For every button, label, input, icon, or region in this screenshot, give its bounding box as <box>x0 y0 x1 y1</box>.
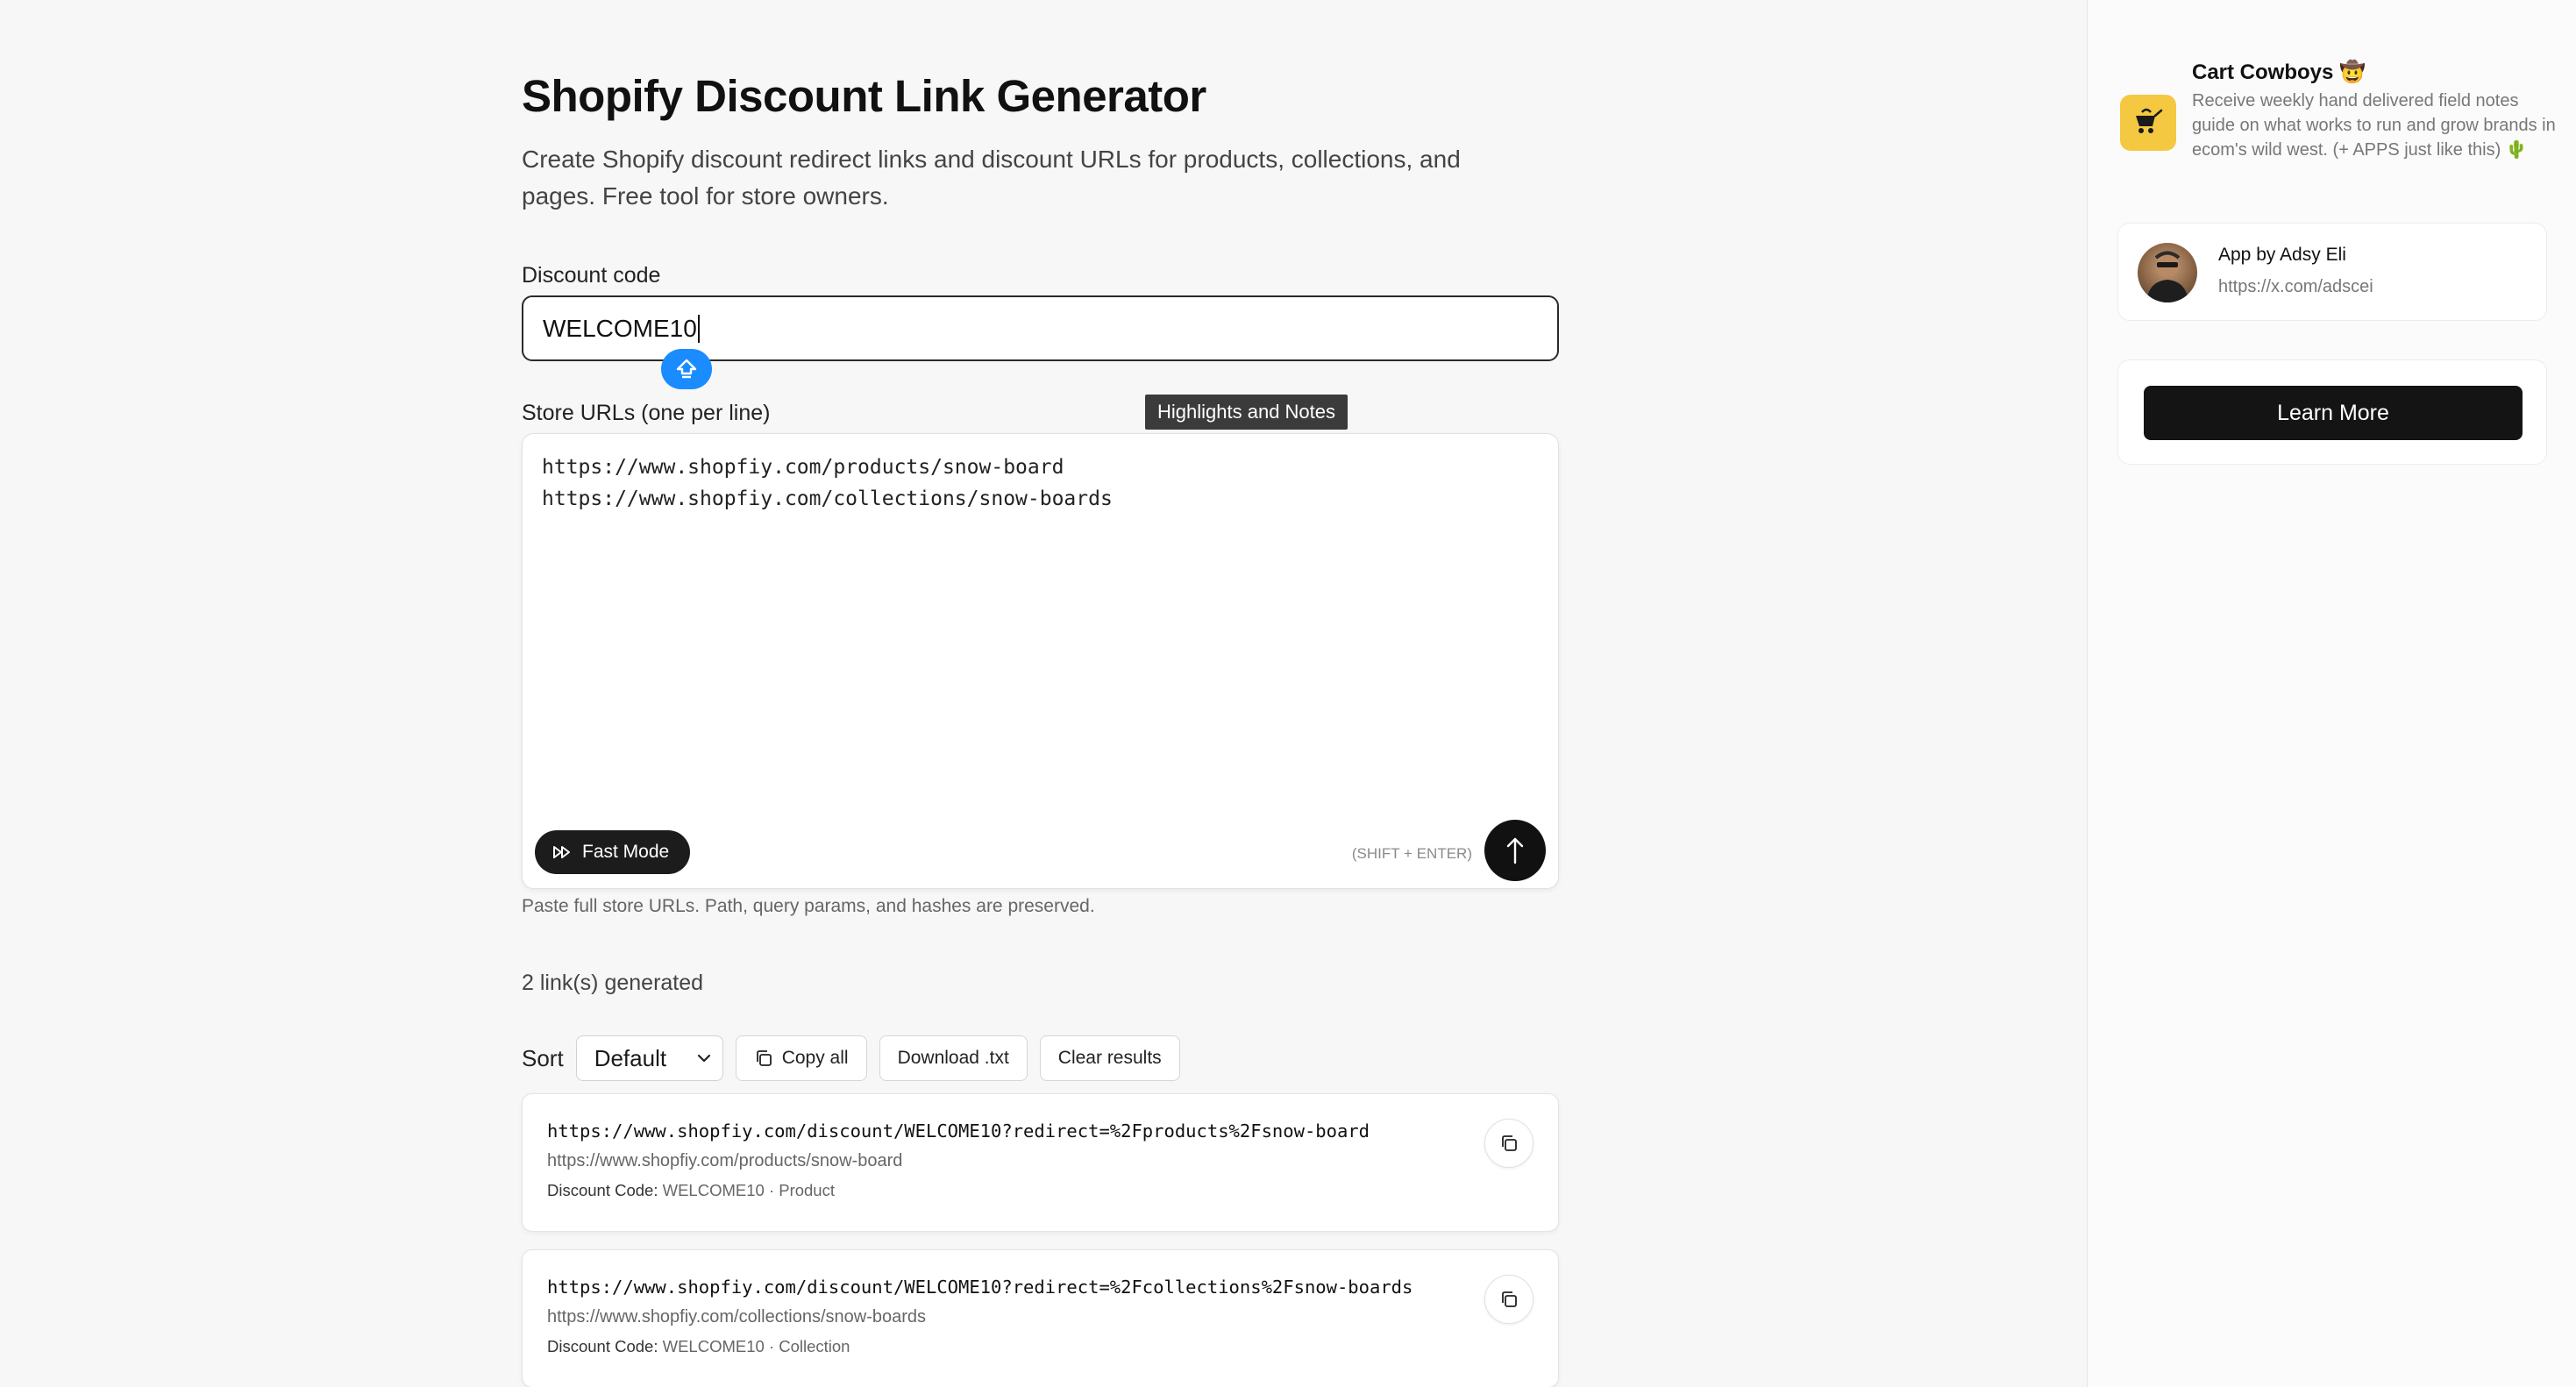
fast-forward-icon <box>553 846 570 858</box>
person-avatar-icon <box>2146 251 2188 302</box>
cart-cowboys-logo[interactable] <box>2120 95 2176 151</box>
result-source-url: https://www.shopfiy.com/products/snow-bo… <box>547 1151 903 1170</box>
result-card: https://www.shopfiy.com/discount/WELCOME… <box>522 1093 1559 1232</box>
copy-all-label: Copy all <box>781 1048 849 1068</box>
learn-more-card: Learn More <box>2117 359 2547 465</box>
urls-hint: Paste full store URLs. Path, query param… <box>522 896 1095 916</box>
result-meta-value: WELCOME10 · Collection <box>662 1337 850 1355</box>
store-urls-value: https://www.shopfiy.com/products/snow-bo… <box>542 456 1113 510</box>
selection-handle-icon[interactable] <box>661 349 712 389</box>
fast-mode-label: Fast Mode <box>582 842 670 862</box>
learn-more-button[interactable]: Learn More <box>2144 386 2523 440</box>
copy-link-button[interactable] <box>1484 1275 1534 1324</box>
store-urls-label: Store URLs (one per line) <box>522 401 771 425</box>
download-label: Download .txt <box>897 1048 1009 1068</box>
page-subtitle: Create Shopify discount redirect links a… <box>522 146 1461 210</box>
copy-icon <box>1502 1135 1517 1151</box>
chevron-down-icon <box>697 1054 710 1063</box>
shift-enter-hint: (SHIFT + ENTER) <box>1351 845 1472 862</box>
submit-button[interactable] <box>1484 820 1546 881</box>
arrow-up-icon <box>1506 837 1524 864</box>
highlights-tooltip: Highlights and Notes <box>1145 395 1348 430</box>
copy-all-button[interactable]: Copy all <box>735 1035 867 1081</box>
download-txt-button[interactable]: Download .txt <box>879 1035 1028 1081</box>
store-urls-textarea[interactable]: https://www.shopfiy.com/products/snow-bo… <box>522 433 1559 889</box>
result-meta-value: WELCOME10 · Product <box>662 1181 835 1199</box>
result-meta-key: Discount Code: <box>547 1181 658 1199</box>
promo-title[interactable]: Cart Cowboys 🤠 <box>2192 60 2366 85</box>
page-title: Shopify Discount Link Generator <box>522 71 1206 121</box>
result-link[interactable]: https://www.shopfiy.com/discount/WELCOME… <box>547 1120 1370 1142</box>
fast-mode-button[interactable]: Fast Mode <box>535 830 691 874</box>
promo-description: Receive weekly hand delivered field note… <box>2192 91 2556 160</box>
result-meta: Discount Code: WELCOME10 · Collection <box>547 1337 850 1356</box>
main-area: Shopify Discount Link Generator Create S… <box>0 0 2087 1387</box>
text-caret <box>697 314 700 343</box>
sort-select[interactable]: Default <box>575 1035 723 1081</box>
result-source-url: https://www.shopfiy.com/collections/snow… <box>547 1307 927 1327</box>
links-generated-count: 2 link(s) generated <box>522 971 704 995</box>
author-name: App by Adsy Eli <box>2218 245 2346 265</box>
discount-code-value: WELCOME10 <box>543 314 697 342</box>
clear-results-button[interactable]: Clear results <box>1039 1035 1180 1081</box>
results-toolbar: Sort Default Copy all Download .txt Clea… <box>522 1035 1180 1081</box>
result-card: https://www.shopfiy.com/discount/WELCOME… <box>522 1249 1559 1387</box>
author-card[interactable]: App by Adsy Eli https://x.com/adscei <box>2117 223 2547 321</box>
author-url[interactable]: https://x.com/adscei <box>2218 277 2373 297</box>
sort-label: Sort <box>522 1044 564 1071</box>
copy-link-button[interactable] <box>1484 1119 1534 1168</box>
generator-content: Shopify Discount Link Generator Create S… <box>522 70 1559 1387</box>
clear-label: Clear results <box>1057 1048 1162 1068</box>
sort-selected-value: Default <box>594 1044 667 1071</box>
copy-icon <box>1502 1291 1517 1307</box>
sidebar: Cart Cowboys 🤠 Receive weekly hand deliv… <box>2087 0 2576 1387</box>
cowboy-cart-icon <box>2136 108 2163 133</box>
home-arrow-icon <box>676 359 697 379</box>
result-meta: Discount Code: WELCOME10 · Product <box>547 1181 835 1200</box>
result-link[interactable]: https://www.shopfiy.com/discount/WELCOME… <box>547 1277 1413 1298</box>
copy-icon <box>756 1050 772 1066</box>
result-meta-key: Discount Code: <box>547 1337 658 1355</box>
discount-code-label: Discount code <box>522 263 661 288</box>
avatar <box>2138 243 2197 302</box>
